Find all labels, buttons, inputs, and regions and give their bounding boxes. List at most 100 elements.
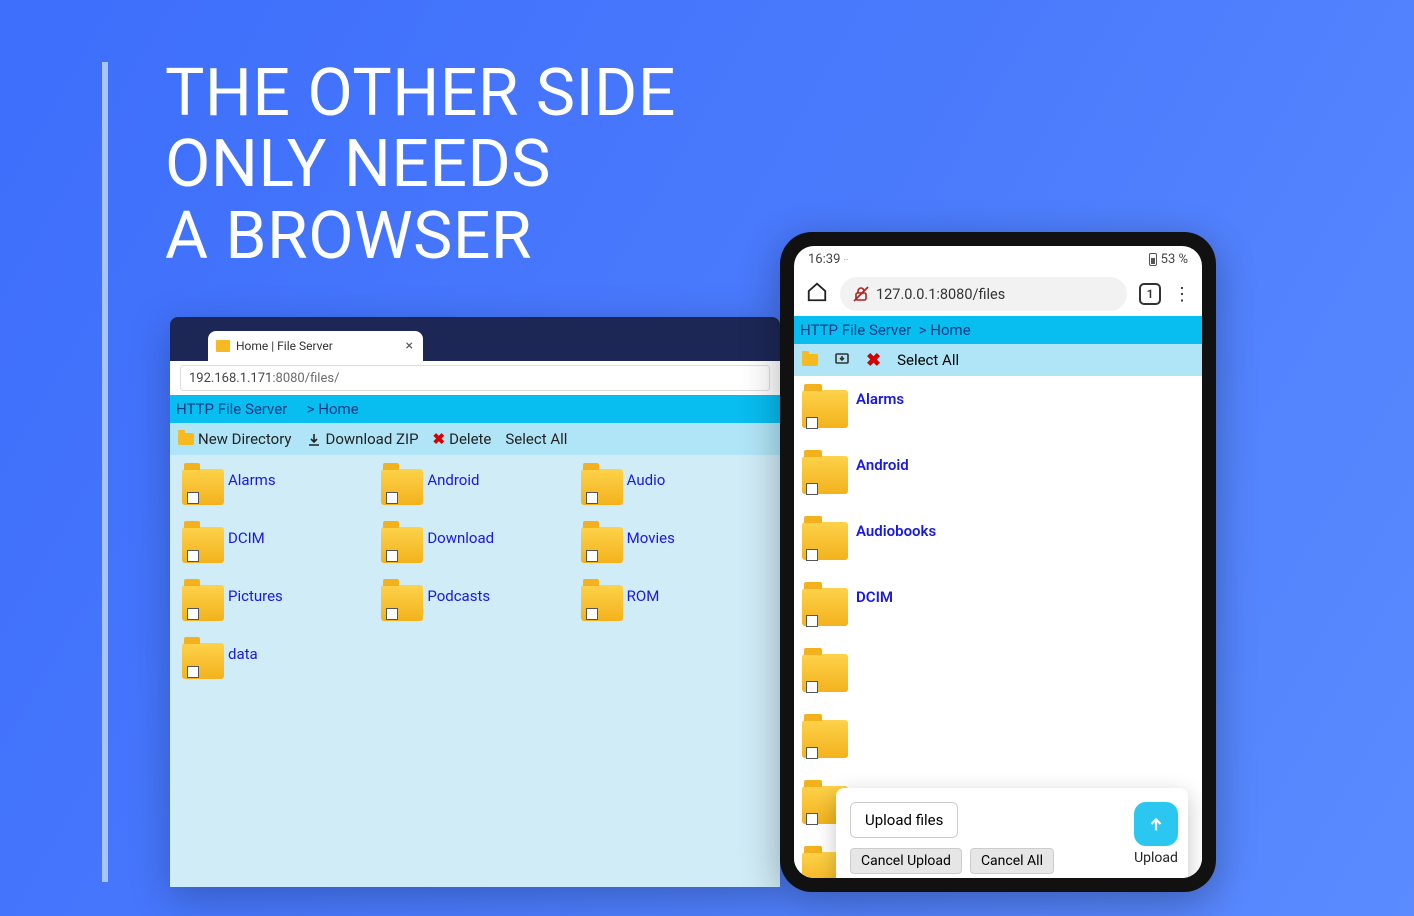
- accent-rule: [102, 62, 108, 882]
- delete-icon: ✖: [433, 430, 446, 448]
- delete-button[interactable]: ✖ Delete: [433, 430, 492, 448]
- delete-icon[interactable]: ✖: [866, 350, 881, 371]
- upload-fab-label: Upload: [1134, 850, 1178, 866]
- folder-row[interactable]: Audiobooks: [794, 508, 1202, 574]
- folder-checkbox[interactable]: [586, 550, 598, 562]
- folder-label: Alarms: [228, 469, 276, 489]
- folder-item[interactable]: DCIM: [176, 527, 375, 585]
- download-icon[interactable]: [834, 350, 850, 370]
- folder-label: Android: [427, 469, 479, 489]
- folder-item[interactable]: Download: [375, 527, 574, 585]
- upload-fab[interactable]: [1134, 802, 1178, 846]
- status-bar: 16:39 ·· 53 %: [794, 246, 1202, 272]
- folder-item[interactable]: Android: [375, 469, 574, 527]
- tab-title: Home | File Server: [236, 339, 333, 353]
- folder-label: Android: [856, 456, 909, 474]
- headline-line-2: ONLY NEEDS: [165, 129, 676, 200]
- folder-row[interactable]: [794, 640, 1202, 706]
- download-zip-button[interactable]: Download ZIP: [306, 430, 419, 448]
- url-input[interactable]: 127.0.0.1:8080/files: [840, 277, 1127, 311]
- browser-tabstrip: Home | File Server ×: [170, 317, 780, 361]
- breadcrumb-app[interactable]: HTTP File Server: [800, 321, 911, 339]
- desktop-browser-window: Home | File Server × 192.168.1.171:8080/…: [170, 317, 780, 887]
- folder-label: data: [228, 643, 258, 663]
- folder-icon: [178, 433, 194, 445]
- tabs-button[interactable]: 1: [1139, 283, 1161, 305]
- breadcrumb-sep: >: [919, 321, 927, 339]
- folder-label: DCIM: [228, 527, 265, 547]
- breadcrumb-sep: >: [307, 400, 315, 418]
- folder-checkbox[interactable]: [386, 608, 398, 620]
- folder-item[interactable]: data: [176, 643, 375, 701]
- folder-item[interactable]: Movies: [575, 527, 774, 585]
- home-icon[interactable]: [806, 281, 828, 307]
- folder-checkbox[interactable]: [806, 417, 818, 429]
- breadcrumb-current[interactable]: Home: [930, 321, 970, 339]
- folder-checkbox[interactable]: [187, 608, 199, 620]
- folder-label: Pictures: [228, 585, 283, 605]
- folder-row[interactable]: Alarms: [794, 376, 1202, 442]
- folder-checkbox[interactable]: [806, 681, 818, 693]
- battery-text: 53 %: [1161, 252, 1188, 267]
- folder-checkbox[interactable]: [386, 550, 398, 562]
- cancel-upload-button[interactable]: Cancel Upload: [850, 848, 962, 874]
- select-all-button[interactable]: Select All: [897, 351, 959, 369]
- breadcrumb: HTTP File Server > Home: [170, 395, 780, 423]
- url-text: 127.0.0.1:8080/files: [876, 286, 1005, 303]
- kebab-menu-icon[interactable]: ⋮: [1173, 284, 1190, 305]
- folder-icon: [216, 340, 230, 352]
- select-all-button[interactable]: Select All: [505, 430, 567, 448]
- folder-checkbox[interactable]: [586, 492, 598, 504]
- headline-line-1: THE OTHER SIDE: [165, 58, 676, 129]
- file-grid: Alarms Android Audio DCIM Download Movies Pict…: [170, 455, 780, 887]
- cancel-all-button[interactable]: Cancel All: [970, 848, 1054, 874]
- download-icon: [306, 432, 322, 446]
- folder-checkbox[interactable]: [806, 549, 818, 561]
- folder-item[interactable]: Podcasts: [375, 585, 574, 643]
- folder-label: Alarms: [856, 390, 904, 408]
- folder-icon[interactable]: [802, 354, 818, 366]
- folder-label: Movies: [627, 527, 675, 547]
- folder-checkbox[interactable]: [187, 666, 199, 678]
- folder-row[interactable]: DCIM: [794, 574, 1202, 640]
- browser-tab[interactable]: Home | File Server ×: [208, 331, 423, 361]
- folder-label: ROM: [627, 585, 660, 605]
- headline: THE OTHER SIDE ONLY NEEDS A BROWSER: [165, 58, 676, 272]
- breadcrumb-current[interactable]: Home: [318, 400, 358, 418]
- desktop-toolbar: New Directory Download ZIP ✖ Delete Sele…: [170, 423, 780, 455]
- headline-line-3: A BROWSER: [165, 201, 676, 272]
- breadcrumb: HTTP File Server > Home: [794, 316, 1202, 344]
- folder-item[interactable]: ROM: [575, 585, 774, 643]
- insecure-icon: [852, 285, 870, 303]
- phone-frame: 16:39 ·· 53 % 127.0.0.1:8080/files: [780, 232, 1216, 892]
- folder-checkbox[interactable]: [806, 813, 818, 825]
- folder-item[interactable]: Pictures: [176, 585, 375, 643]
- folder-checkbox[interactable]: [806, 747, 818, 759]
- battery-icon: [1149, 253, 1157, 266]
- mobile-toolbar: ✖ Select All: [794, 344, 1202, 376]
- close-icon[interactable]: ×: [406, 338, 413, 354]
- folder-checkbox[interactable]: [806, 483, 818, 495]
- folder-checkbox[interactable]: [586, 608, 598, 620]
- folder-item[interactable]: Audio: [575, 469, 774, 527]
- folder-row[interactable]: Android: [794, 442, 1202, 508]
- file-list: AlarmsAndroidAudiobooksDCIMMoviesMusic U…: [794, 376, 1202, 878]
- address-bar: 192.168.1.171:8080/files/: [170, 361, 780, 395]
- folder-checkbox[interactable]: [187, 550, 199, 562]
- mobile-address-bar: 127.0.0.1:8080/files 1 ⋮: [794, 272, 1202, 316]
- folder-checkbox[interactable]: [187, 492, 199, 504]
- folder-checkbox[interactable]: [806, 615, 818, 627]
- folder-label: DCIM: [856, 588, 893, 606]
- url-port-path: :8080/files/: [272, 371, 339, 386]
- folder-label: Audio: [627, 469, 666, 489]
- status-time: 16:39: [808, 252, 840, 267]
- breadcrumb-app[interactable]: HTTP File Server: [176, 400, 287, 418]
- folder-row[interactable]: [794, 706, 1202, 772]
- new-directory-button[interactable]: New Directory: [178, 430, 292, 448]
- upload-fab-wrap: Upload: [1134, 802, 1178, 866]
- folder-checkbox[interactable]: [386, 492, 398, 504]
- folder-item[interactable]: Alarms: [176, 469, 375, 527]
- upload-files-button[interactable]: Upload files: [850, 802, 958, 838]
- url-input[interactable]: 192.168.1.171:8080/files/: [180, 365, 770, 391]
- folder-label: Audiobooks: [856, 522, 936, 540]
